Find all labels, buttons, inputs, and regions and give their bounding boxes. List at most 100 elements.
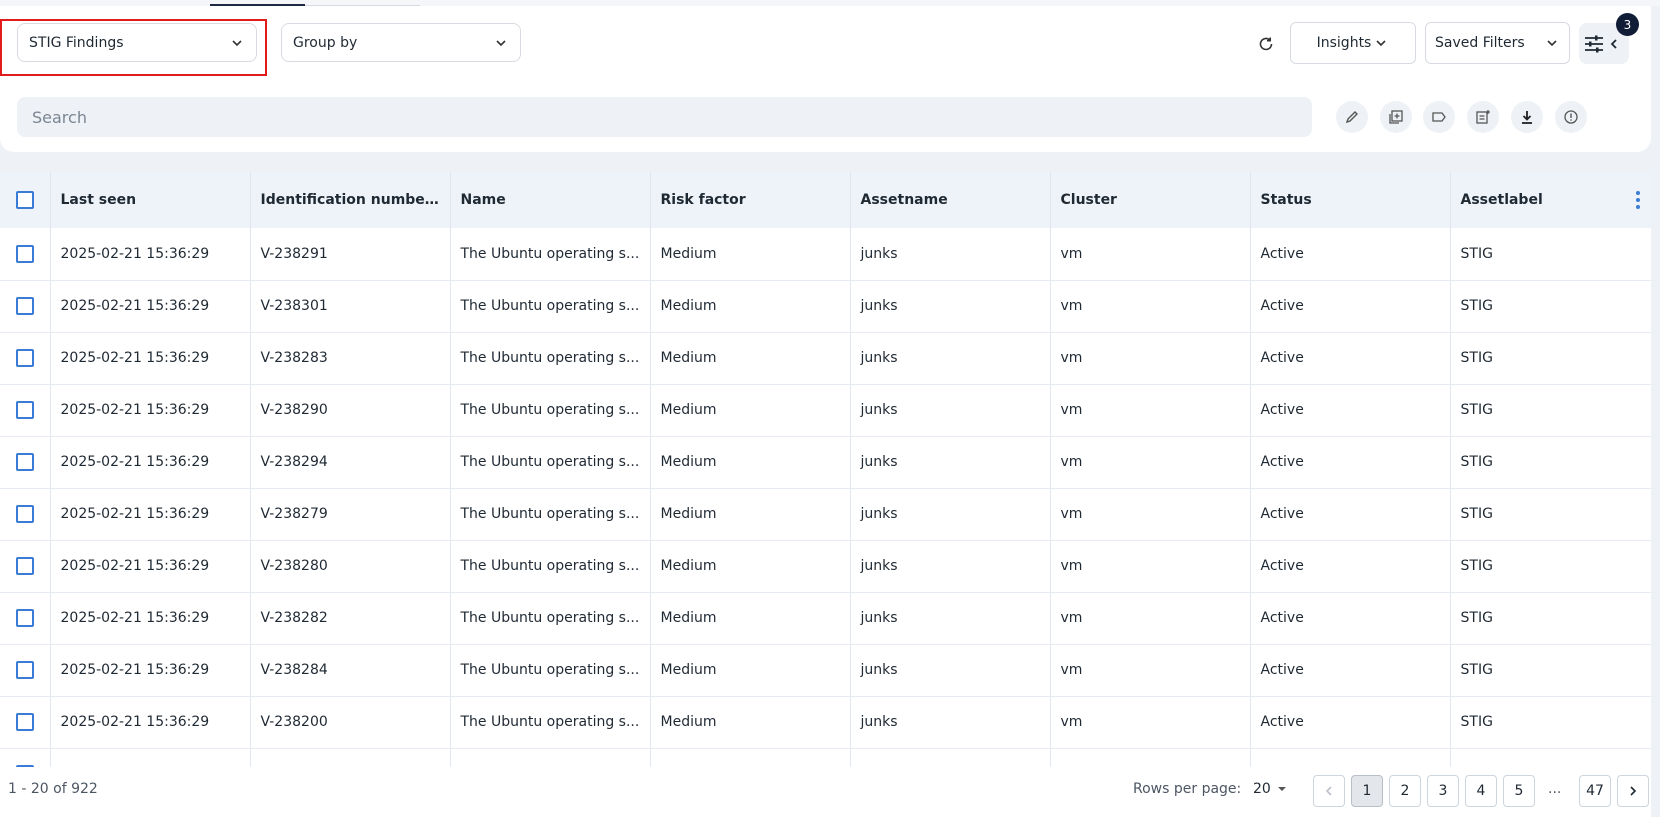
add-to-group-button[interactable] [1380,101,1412,133]
page-button-1[interactable]: 1 [1351,775,1383,807]
page-button-4[interactable]: 4 [1465,775,1497,807]
table-cell: STIG [1450,644,1651,697]
saved-filters-label: Saved Filters [1435,35,1525,51]
row-select-cell [0,384,51,437]
table-cell: Active [1250,436,1451,489]
column-header[interactable]: Status [1250,172,1451,228]
page-button-2[interactable]: 2 [1389,775,1421,807]
column-header[interactable]: Risk factor [650,172,851,228]
chevron-left-icon [1325,786,1332,796]
column-menu-icon[interactable] [1635,190,1641,210]
search-input[interactable] [17,97,1312,137]
insights-button[interactable]: Insights [1290,22,1416,64]
info-button[interactable] [1555,101,1587,133]
table-cell: vm [1050,592,1251,645]
edit-icon [1345,111,1358,124]
row-checkbox[interactable] [16,505,34,523]
page-ellipsis: ... [1548,781,1562,797]
table-cell: junks [850,228,1051,281]
table-row[interactable]: 2025-02-21 15:36:29 V-238279 The Ubuntu op… [0,488,1651,541]
rows-per-page-value: 20 [1253,781,1271,797]
table-cell: junks [850,696,1051,749]
table-cell: The Ubuntu operating s... [450,228,651,281]
table-cell: 2025-02-21 15:36:29 [50,696,251,749]
table-cell: Medium [650,540,851,593]
table-cell: V-238280 [250,540,451,593]
page-button-3[interactable]: 3 [1427,775,1459,807]
page-button-5[interactable]: 5 [1503,775,1535,807]
table-cell: V-238290 [250,384,451,437]
findings-table: Last seen Identification numbers Name Ri… [0,172,1651,767]
table-row[interactable]: 2025-02-21 15:36:29 V-238282 The Ubuntu op… [0,592,1651,645]
table-header-row: Last seen Identification numbers Name Ri… [0,172,1651,228]
add-note-button[interactable] [1467,101,1499,133]
table-row[interactable]: 2025-02-21 15:36:29 V-238280 The Ubuntu op… [0,540,1651,593]
table-row[interactable]: 2025-02-21 15:36:29 V-238290 The Ubuntu op… [0,384,1651,437]
table-cell: V-238279 [250,488,451,541]
row-checkbox[interactable] [16,557,34,575]
download-button[interactable] [1511,101,1543,133]
row-checkbox[interactable] [16,713,34,731]
info-icon [1564,110,1578,124]
table-row[interactable] [0,748,1651,767]
table-row[interactable]: 2025-02-21 15:36:29 V-238301 The Ubuntu op… [0,280,1651,333]
table-cell: V-238301 [250,280,451,333]
table-row[interactable]: 2025-02-21 15:36:29 V-238283 The Ubuntu op… [0,332,1651,385]
table-cell: Active [1250,228,1451,281]
table-cell: junks [850,436,1051,489]
table-row[interactable]: 2025-02-21 15:36:29 V-238284 The Ubuntu op… [0,644,1651,697]
edit-button[interactable] [1336,101,1368,133]
rows-per-page-select[interactable]: 20 [1253,781,1287,797]
tag-button[interactable] [1423,101,1455,133]
table-footer: 1 - 20 of 922 Rows per page: 20 1 2 3 4 … [0,767,1651,817]
tag-icon [1432,112,1446,122]
table-cell: 2025-02-21 15:36:29 [50,436,251,489]
row-checkbox[interactable] [16,297,34,315]
table-cell: Medium [650,644,851,697]
table-cell: Active [1250,332,1451,385]
row-checkbox[interactable] [16,401,34,419]
row-checkbox[interactable] [16,244,34,263]
column-header[interactable]: Assetname [850,172,1051,228]
row-checkbox[interactable] [16,453,34,471]
table-row[interactable]: 2025-02-21 15:36:29 V-238294 The Ubuntu op… [0,436,1651,489]
table-cell: STIG [1450,488,1651,541]
table-cell [1450,748,1651,767]
row-select-cell [0,748,51,767]
column-header[interactable]: Assetlabel [1450,172,1651,228]
row-checkbox[interactable] [16,609,34,627]
column-header[interactable]: Cluster [1050,172,1251,228]
column-header[interactable]: Name [450,172,651,228]
saved-filters-button[interactable]: Saved Filters [1425,22,1570,64]
select-all-checkbox[interactable] [16,191,34,209]
next-page-button[interactable] [1617,775,1649,807]
row-checkbox[interactable] [16,349,34,367]
table-cell: STIG [1450,384,1651,437]
group-by-select[interactable]: Group by [281,23,521,62]
prev-page-button[interactable] [1313,775,1345,807]
column-header[interactable]: Identification numbers [250,172,451,228]
group-by-label: Group by [293,34,358,51]
download-icon [1522,111,1532,124]
table-row[interactable]: 2025-02-21 15:36:29 V-238291 The Ubuntu op… [0,228,1651,281]
chevron-right-icon [1630,786,1637,796]
refresh-button[interactable] [1254,32,1278,56]
table-cell: junks [850,644,1051,697]
row-checkbox[interactable] [16,661,34,679]
column-header[interactable]: Last seen [50,172,251,228]
table-cell: vm [1050,436,1251,489]
table-cell: V-238283 [250,332,451,385]
table-cell: vm [1050,280,1251,333]
table-cell: The Ubuntu operating s... [450,488,651,541]
caret-down-icon [1277,787,1286,791]
refresh-icon [1259,37,1273,51]
table-cell: 2025-02-21 15:36:29 [50,644,251,697]
table-cell: STIG [1450,592,1651,645]
chevron-left-icon [1610,38,1617,49]
table-cell: Medium [650,436,851,489]
table-cell: The Ubuntu operating s... [450,540,651,593]
table-cell [1250,748,1451,767]
row-select-cell [0,280,51,333]
page-button-last[interactable]: 47 [1579,775,1611,807]
table-row[interactable]: 2025-02-21 15:36:29 V-238200 The Ubuntu op… [0,696,1651,749]
